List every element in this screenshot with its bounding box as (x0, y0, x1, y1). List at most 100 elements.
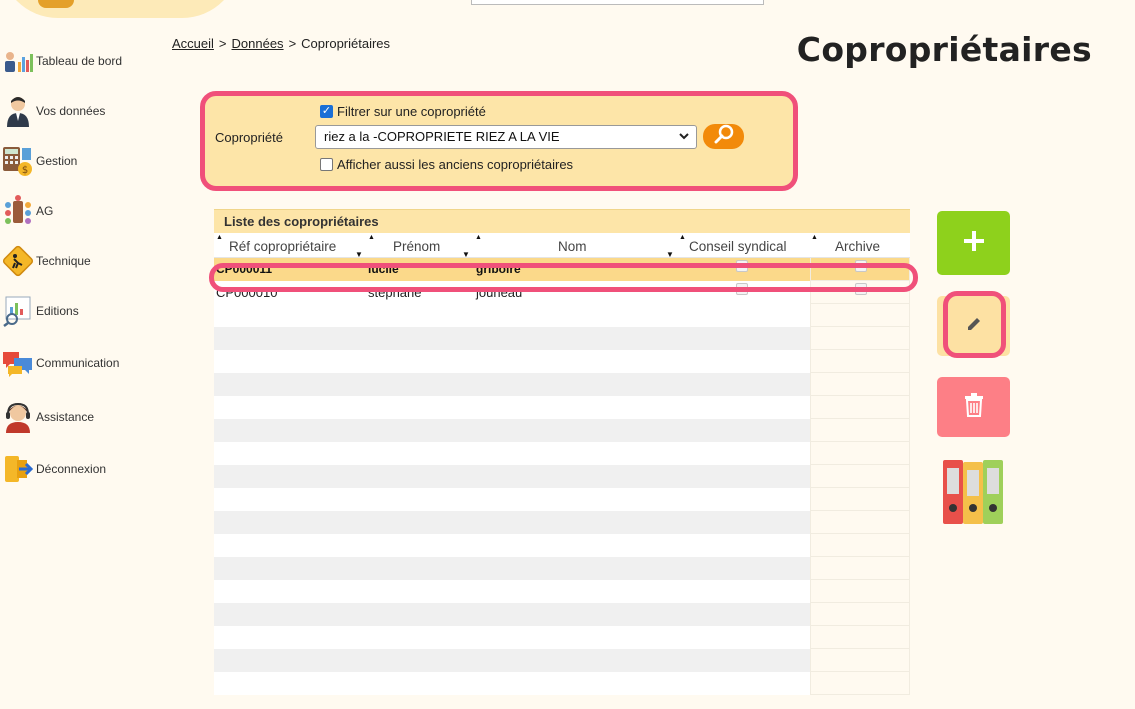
cell-prenom: stephane (368, 285, 422, 300)
show-old-label: Afficher aussi les anciens copropriétair… (337, 157, 574, 172)
sidebar-item-ag[interactable]: AG (2, 194, 162, 228)
sidebar-item-deconnexion[interactable]: Déconnexion (2, 452, 162, 486)
sidebar-item-label: Communication (36, 356, 120, 370)
table-row-empty (214, 419, 910, 442)
filter-copro-checkbox[interactable]: ✓ (320, 105, 333, 118)
table-row-empty (214, 580, 910, 603)
edit-pencil-icon (965, 315, 983, 338)
archive-checkbox[interactable] (855, 283, 867, 295)
copro-select-value: riez a la -COPROPRIETE RIEZ A LA VIE (324, 129, 560, 144)
cell-prenom: lucile (368, 262, 399, 276)
cell-nom: jouneau (476, 285, 523, 300)
chat-bubbles-icon (2, 347, 34, 379)
search-icon (712, 124, 736, 149)
column-header-conseil[interactable]: Conseil syndical (689, 239, 787, 254)
report-icon (2, 295, 34, 327)
sort-asc-icon[interactable]: ▲ (811, 234, 818, 241)
trash-icon (963, 392, 985, 422)
filter-panel: ✓ Filtrer sur une copropriété Copropriét… (200, 91, 798, 191)
table-row-empty (214, 511, 910, 534)
table-row-empty (214, 442, 910, 465)
show-old-checkbox-row[interactable]: Afficher aussi les anciens copropriétair… (320, 157, 573, 172)
table-row[interactable]: CP000011 lucile griboire (214, 258, 910, 281)
table-row-empty (214, 396, 910, 419)
sidebar-item-label: Assistance (36, 410, 95, 424)
column-header-ref[interactable]: Réf copropriétaire (229, 239, 336, 254)
table-row-empty (214, 373, 910, 396)
archive-binders-button[interactable] (942, 458, 1004, 526)
copro-field-label: Copropriété (215, 130, 283, 145)
sidebar-item-label: Vos données (36, 104, 106, 118)
table-row-empty (214, 649, 910, 672)
breadcrumb: Accueil > Données > Copropriétaires (172, 36, 390, 51)
dashboard-chart-icon (2, 45, 34, 77)
filter-copro-label: Filtrer sur une copropriété (337, 104, 486, 119)
calculator-icon: $ (2, 145, 34, 177)
search-button[interactable] (703, 124, 744, 149)
sort-asc-icon[interactable]: ▲ (475, 234, 482, 241)
binders-icon (942, 460, 1004, 530)
headset-icon (2, 401, 34, 433)
sort-asc-icon[interactable]: ▲ (679, 234, 686, 241)
copro-select[interactable]: riez a la -COPROPRIETE RIEZ A LA VIE (315, 125, 697, 149)
table-header: ▲ Réf copropriétaire ▼ ▲ Prénom ▼ ▲ Nom … (214, 233, 910, 259)
table-row-empty (214, 603, 910, 626)
chevron-down-icon (678, 129, 690, 146)
table-row-empty (214, 672, 910, 695)
table-row-empty (214, 626, 910, 649)
breadcrumb-home-link[interactable]: Accueil (172, 36, 214, 51)
column-header-archive[interactable]: Archive (835, 239, 880, 254)
table-row-empty (214, 327, 910, 350)
cell-ref: CP000011 (216, 262, 273, 276)
edit-button[interactable] (937, 296, 1010, 356)
cell-ref: CP000010 (216, 285, 278, 300)
sidebar-item-gestion[interactable]: $ Gestion (2, 144, 162, 178)
table-row-empty (214, 488, 910, 511)
sidebar-item-label: AG (36, 204, 54, 218)
sidebar-item-vos-donnees[interactable]: Vos données (2, 94, 162, 128)
table-row-empty (214, 534, 910, 557)
sidebar-item-label: Gestion (36, 154, 78, 168)
conseil-checkbox[interactable] (736, 283, 748, 295)
breadcrumb-separator: > (218, 36, 227, 51)
delete-button[interactable] (937, 377, 1010, 437)
sidebar-item-label: Déconnexion (36, 462, 107, 476)
breadcrumb-data-link[interactable]: Données (232, 36, 284, 51)
filter-copro-checkbox-row[interactable]: ✓ Filtrer sur une copropriété (320, 104, 486, 119)
sidebar-item-tableau-de-bord[interactable]: Tableau de bord (2, 44, 162, 78)
meeting-icon (2, 195, 34, 227)
column-header-nom[interactable]: Nom (558, 239, 587, 254)
sort-asc-icon[interactable]: ▲ (368, 234, 375, 241)
column-header-prenom[interactable]: Prénom (393, 239, 440, 254)
breadcrumb-separator: > (288, 36, 297, 51)
sidebar-item-assistance[interactable]: Assistance (2, 400, 162, 434)
conseil-checkbox[interactable] (736, 260, 748, 272)
archive-checkbox[interactable] (855, 260, 867, 272)
logo[interactable] (38, 0, 74, 8)
roadwork-sign-icon (2, 245, 34, 277)
page-title: Copropriétaires (796, 30, 1092, 69)
sidebar-item-label: Technique (36, 254, 91, 268)
logo-background (0, 0, 240, 18)
sidebar-item-communication[interactable]: Communication (2, 346, 162, 380)
sort-asc-icon[interactable]: ▲ (216, 234, 223, 241)
user-icon (2, 95, 34, 127)
breadcrumb-current: Copropriétaires (301, 36, 391, 51)
cell-nom: griboire (476, 262, 521, 276)
sidebar-item-label: Editions (36, 304, 79, 318)
sidebar-item-label: Tableau de bord (36, 54, 123, 68)
table-row-empty (214, 557, 910, 580)
show-old-checkbox[interactable] (320, 158, 333, 171)
table-row[interactable]: CP000010 stephane jouneau (214, 281, 910, 304)
add-icon (962, 229, 986, 258)
add-button[interactable] (937, 211, 1010, 275)
top-search-input[interactable] (471, 0, 764, 5)
sidebar-item-editions[interactable]: Editions (2, 294, 162, 328)
sidebar-item-technique[interactable]: Technique (2, 244, 162, 278)
table-row-empty (214, 304, 910, 327)
table-row-empty (214, 465, 910, 488)
table-body: CP000011 lucile griboire CP000010 stepha… (214, 258, 910, 695)
logout-icon (2, 453, 34, 485)
table-row-empty (214, 350, 910, 373)
owners-table: Liste des copropriétaires ▲ Réf copropri… (214, 209, 910, 695)
